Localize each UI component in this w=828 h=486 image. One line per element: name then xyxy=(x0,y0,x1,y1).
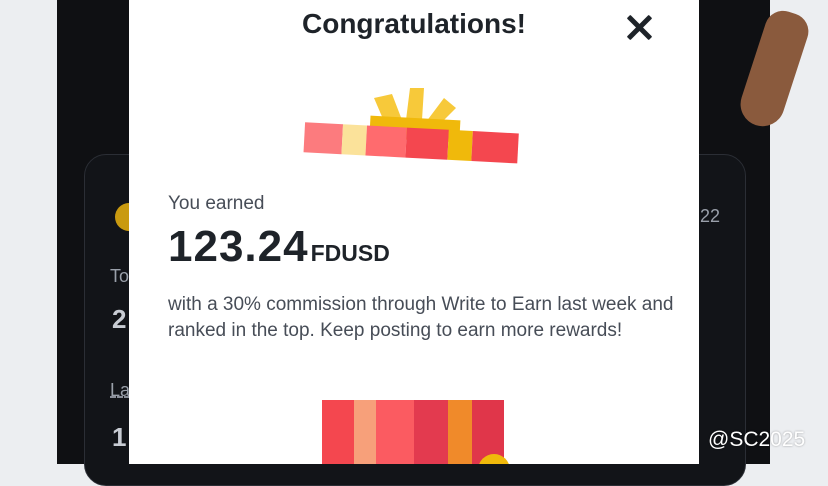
background-date-partial: 22 xyxy=(700,206,721,226)
earned-amount: 123.24FDUSD xyxy=(168,222,390,272)
background-label-partial: To xyxy=(110,266,130,286)
amount-currency: FDUSD xyxy=(310,240,390,266)
background-value-partial: 1 xyxy=(112,422,127,452)
modal-title: Congratulations! xyxy=(302,8,526,39)
reward-modal: Congratulations! You earned 123.24FDUSD … xyxy=(129,0,699,464)
amount-value: 123.24 xyxy=(168,222,309,271)
binance-square-logo-icon xyxy=(676,428,700,452)
gift-box-bottom-icon xyxy=(322,400,509,464)
earned-label: You earned xyxy=(168,193,265,214)
reward-description: with a 30% commission through Write to E… xyxy=(168,294,674,341)
gift-box-top-icon xyxy=(303,88,519,164)
watermark-text: @SC2025 xyxy=(708,428,806,451)
close-icon[interactable] xyxy=(622,10,658,46)
background-value-partial: 2 xyxy=(112,304,127,334)
background-label-partial: La xyxy=(110,380,131,400)
watermark: @SC2025 xyxy=(676,425,805,455)
hand-illustration xyxy=(734,6,814,132)
